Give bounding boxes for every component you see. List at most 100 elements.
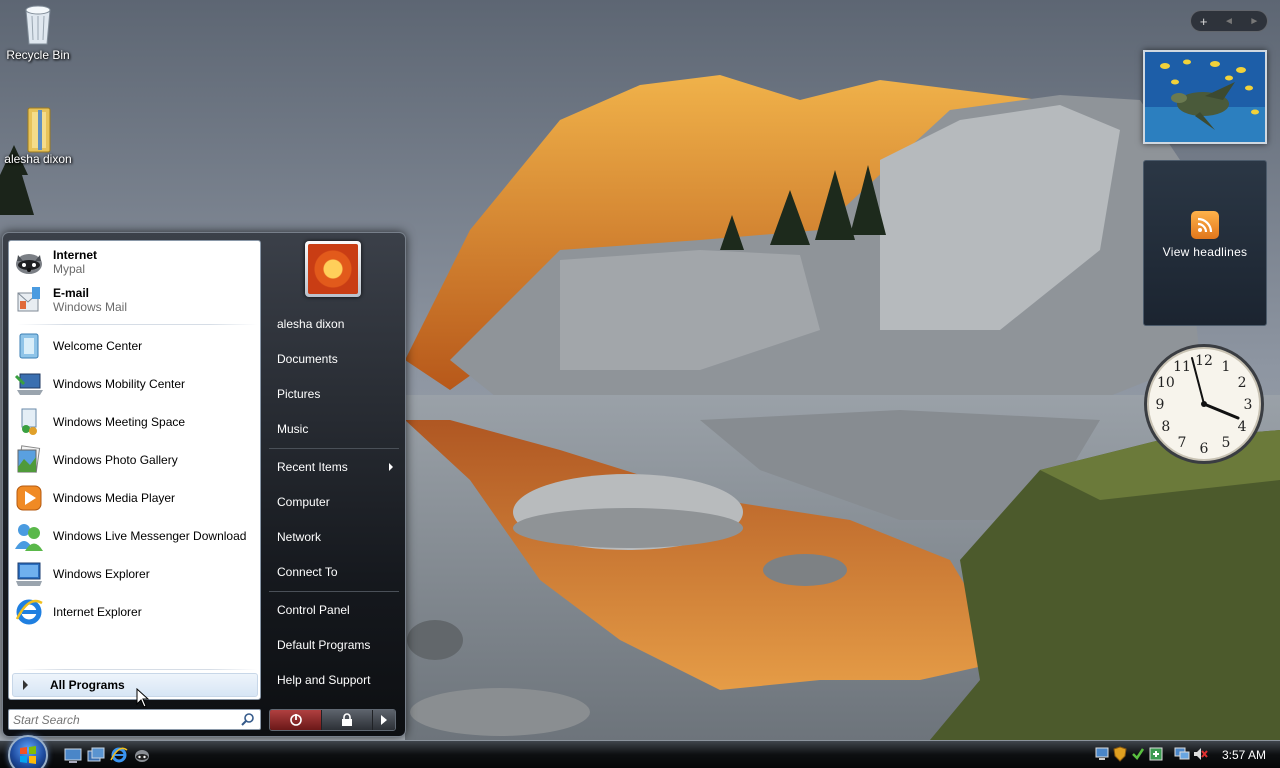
power-button[interactable]: [270, 710, 322, 730]
separator: [269, 448, 399, 449]
desktop-icon-recycle-bin[interactable]: Recycle Bin: [0, 2, 76, 62]
start-button[interactable]: [8, 735, 48, 768]
recent-item-media-player[interactable]: Windows Media Player: [13, 480, 259, 516]
defender-icon[interactable]: [1148, 746, 1164, 762]
notification-area: 3:57 AM: [1090, 742, 1280, 768]
volume-muted-icon[interactable]: [1192, 746, 1208, 762]
update-icon[interactable]: [1130, 746, 1146, 762]
sidebar-next-button[interactable]: ►: [1243, 16, 1265, 27]
sidebar-prev-button[interactable]: ◄: [1218, 16, 1240, 27]
start-menu: Internet Mypal E-mail Windows Mail Welcome…: [2, 232, 406, 737]
lock-icon: [342, 713, 353, 726]
clock-numeral: 1: [1222, 359, 1231, 375]
start-search-input[interactable]: [9, 710, 229, 729]
right-item-pictures[interactable]: Pictures: [269, 379, 399, 409]
photo-gallery-icon: [13, 444, 45, 476]
lock-button[interactable]: [321, 710, 373, 730]
network-status-icon[interactable]: [1094, 746, 1110, 762]
arrow-right-icon: [381, 715, 388, 725]
separator: [17, 324, 257, 325]
show-desktop-icon[interactable]: [64, 746, 82, 764]
right-item-computer[interactable]: Computer: [269, 487, 399, 517]
clock-numeral: 6: [1200, 441, 1209, 457]
clock-numeral: 8: [1161, 419, 1170, 435]
display-icon[interactable]: [1174, 746, 1190, 762]
recent-item-mobility-center[interactable]: Windows Mobility Center: [13, 366, 259, 402]
all-programs-label: All Programs: [50, 678, 125, 692]
recent-item-photo-gallery[interactable]: Windows Photo Gallery: [13, 442, 259, 478]
recent-item-welcome-center[interactable]: Welcome Center: [13, 328, 259, 364]
view-headlines-label: View headlines: [1162, 245, 1248, 259]
clock-numeral: 9: [1156, 397, 1165, 413]
flower-picture-icon: [308, 244, 358, 294]
clock-numeral: 4: [1238, 419, 1247, 435]
separator: [17, 669, 257, 670]
explorer-icon: [13, 558, 45, 590]
internet-explorer-icon[interactable]: [110, 746, 128, 764]
recent-items-label: Recent Items: [277, 460, 348, 474]
pinned-item-email[interactable]: E-mail Windows Mail: [13, 282, 259, 318]
security-shield-icon[interactable]: [1112, 746, 1128, 762]
desktop-icon-label: Recycle Bin: [6, 48, 70, 62]
meeting-space-icon: [13, 406, 45, 438]
separator: [269, 591, 399, 592]
start-search-box[interactable]: [8, 709, 261, 730]
mobility-center-icon: [13, 368, 45, 400]
recent-item-label: Windows Media Player: [53, 491, 176, 505]
triangle-right-icon: [23, 680, 28, 690]
desktop-icon-user-folder[interactable]: alesha dixon: [0, 106, 76, 166]
clock-numeral: 11: [1173, 359, 1191, 375]
clock-gadget[interactable]: 12 1 2 3 4 5 6 7 8 9 10 11: [1142, 342, 1266, 466]
windows-mail-icon: [13, 284, 45, 316]
right-item-user[interactable]: alesha dixon: [269, 309, 399, 339]
media-player-icon: [13, 482, 45, 514]
shutdown-options-button[interactable]: [372, 710, 395, 730]
slideshow-gadget[interactable]: [1143, 50, 1267, 144]
messenger-icon: [13, 520, 45, 552]
right-item-recent-items[interactable]: Recent Items: [269, 452, 399, 482]
recent-item-label: Internet Explorer: [53, 605, 142, 619]
right-item-help-support[interactable]: Help and Support: [269, 665, 399, 695]
right-item-control-panel[interactable]: Control Panel: [269, 595, 399, 625]
user-account-picture[interactable]: [305, 241, 361, 297]
start-menu-programs-pane: Internet Mypal E-mail Windows Mail Welcome…: [8, 240, 261, 700]
taskbar: 3:57 AM: [0, 735, 1280, 768]
clock-numeral: 3: [1244, 397, 1253, 413]
switch-windows-icon[interactable]: [87, 746, 105, 764]
internet-explorer-icon: [13, 596, 45, 628]
power-buttons: [269, 709, 396, 731]
all-programs-button[interactable]: All Programs: [12, 673, 258, 697]
sidebar-controls: + ◄ ►: [1190, 10, 1268, 32]
right-item-documents[interactable]: Documents: [269, 344, 399, 374]
pinned-subtitle: Mypal: [53, 262, 86, 276]
recent-item-internet-explorer[interactable]: Internet Explorer: [13, 594, 259, 630]
right-item-music[interactable]: Music: [269, 414, 399, 444]
mypal-icon[interactable]: [133, 746, 151, 764]
right-item-default-programs[interactable]: Default Programs: [269, 630, 399, 660]
clock-numeral: 10: [1157, 375, 1175, 391]
right-item-network[interactable]: Network: [269, 522, 399, 552]
recent-item-messenger[interactable]: Windows Live Messenger Download: [13, 518, 259, 554]
mypal-raccoon-icon: [13, 246, 45, 278]
sea-turtle-photo: [1145, 52, 1265, 142]
submenu-arrow-icon: [389, 463, 393, 471]
recent-item-label: Windows Meeting Space: [53, 415, 186, 429]
taskbar-clock[interactable]: 3:57 AM: [1222, 748, 1266, 762]
magnifier-icon[interactable]: [240, 712, 256, 728]
pinned-subtitle: Windows Mail: [53, 300, 128, 314]
pinned-title: E-mail: [53, 286, 90, 300]
recent-item-label: Windows Explorer: [53, 567, 150, 581]
clock-numeral: 7: [1178, 435, 1187, 451]
recent-item-windows-explorer[interactable]: Windows Explorer: [13, 556, 259, 592]
recent-item-label: Windows Live Messenger Download: [53, 529, 247, 543]
pinned-title: Internet: [53, 248, 98, 262]
pinned-item-internet[interactable]: Internet Mypal: [13, 244, 259, 280]
mouse-cursor-icon: [136, 687, 150, 708]
user-folder-icon: [18, 106, 58, 153]
recent-item-meeting-space[interactable]: Windows Meeting Space: [13, 404, 259, 440]
add-gadget-button[interactable]: +: [1193, 14, 1215, 29]
recent-item-label: Windows Mobility Center: [53, 377, 186, 391]
right-item-connect-to[interactable]: Connect To: [269, 557, 399, 587]
clock-numeral: 2: [1238, 375, 1247, 391]
feed-headlines-gadget[interactable]: View headlines: [1143, 160, 1267, 326]
